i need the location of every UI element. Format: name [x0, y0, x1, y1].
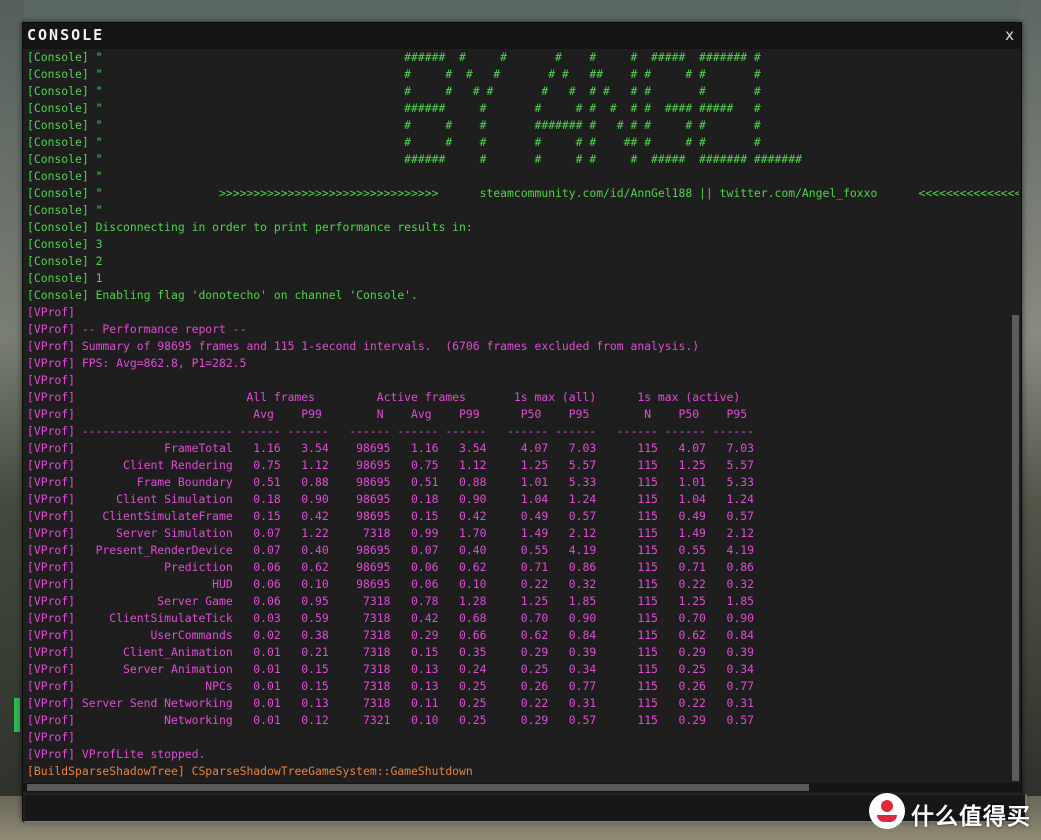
log-line-vprof: [VProf] UserCommands 0.02 0.38 7318 0.29… — [27, 628, 754, 642]
log-line-vprof: [VProf] Prediction 0.06 0.62 98695 0.06 … — [27, 560, 754, 574]
log-line-console: [Console] " >>>>>>>>>>>>>>>>>>>>>>>>>>>>… — [27, 186, 1019, 200]
watermark-logo-icon — [869, 793, 905, 829]
horizontal-scrollbar-thumb[interactable] — [27, 784, 809, 791]
log-line-console: [Console] Enabling flag 'donotecho' on c… — [27, 288, 418, 302]
log-line-vprof: [VProf] Networking 0.01 0.12 7321 0.10 0… — [27, 713, 754, 727]
log-line-vprof: [VProf] FrameTotal 1.16 3.54 98695 1.16 … — [27, 441, 754, 455]
log-line-console: [Console] Disconnecting in order to prin… — [27, 220, 473, 234]
log-line-vprof: [VProf] Client_Animation 0.01 0.21 7318 … — [27, 645, 754, 659]
log-line-console: [Console] " ###### # # # # # ##### #####… — [27, 50, 761, 64]
console-title: CONSOLE — [27, 26, 105, 44]
log-line-console: [Console] " # # # # # # # # # # # # — [27, 84, 761, 98]
game-background-right-edge — [1019, 0, 1041, 840]
log-line-console: [Console] " ###### # # # # # ##### #####… — [27, 152, 802, 166]
log-line-console: [Console] 1 — [27, 271, 103, 285]
log-line-console: [Console] " — [27, 169, 103, 183]
log-line-vprof: [VProf] — [27, 730, 76, 744]
log-line-vprof: [VProf] — [27, 305, 76, 319]
log-line-console: [Console] " ###### # # # # # # # #### ##… — [27, 101, 761, 115]
log-line-vprof: [VProf] Server Simulation 0.07 1.22 7318… — [27, 526, 754, 540]
log-line-vprof: [VProf] Summary of 98695 frames and 115 … — [27, 339, 700, 353]
log-line-vprof: [VProf] ClientSimulateTick 0.03 0.59 731… — [27, 611, 754, 625]
log-line-vprof: [VProf] ClientSimulateFrame 0.15 0.42 98… — [27, 509, 754, 523]
log-line-vprof: [VProf] — [27, 373, 76, 387]
log-line-vprof: [VProf] ---------------------- ------ --… — [27, 424, 754, 438]
log-line-vprof: [VProf] HUD 0.06 0.10 98695 0.06 0.10 0.… — [27, 577, 754, 591]
log-line-vprof: [VProf] VProfLite stopped. — [27, 747, 206, 761]
log-line-vprof: [VProf] Present_RenderDevice 0.07 0.40 9… — [27, 543, 754, 557]
vertical-scrollbar[interactable] — [1012, 315, 1019, 781]
close-icon[interactable]: x — [1005, 26, 1014, 44]
watermark-text: 什么值得买 — [911, 804, 1031, 830]
log-line-vprof: [VProf] All frames Active frames 1s max … — [27, 390, 741, 404]
log-line-console: [Console] " # # # # # # ## # # # # — [27, 135, 761, 149]
log-line-vprof: [VProf] Server Game 0.06 0.95 7318 0.78 … — [27, 594, 754, 608]
log-line-console: [Console] 2 — [27, 254, 103, 268]
console-title-bar[interactable]: CONSOLE x — [23, 23, 1021, 49]
log-line-vprof: [VProf] Client Rendering 0.75 1.12 98695… — [27, 458, 754, 472]
log-line-vprof: [VProf] -- Performance report -- — [27, 322, 247, 336]
log-line-console: [Console] " # # # ####### # # # # # # # — [27, 118, 761, 132]
log-line-console: [Console] 3 — [27, 237, 103, 251]
game-background-left-edge — [0, 0, 24, 840]
console-output: [Console] " ###### # # # # # ##### #####… — [27, 49, 1019, 781]
console-window: CONSOLE x [Console] " ###### # # # # # #… — [22, 22, 1027, 823]
log-line-console: [Console] " # # # # # # ## # # # # # — [27, 67, 761, 81]
log-line-vprof: [VProf] NPCs 0.01 0.15 7318 0.13 0.25 0.… — [27, 679, 754, 693]
log-line-vprof: [VProf] Client Simulation 0.18 0.90 9869… — [27, 492, 754, 506]
log-line-vprof: [VProf] Server Send Networking 0.01 0.13… — [27, 696, 754, 710]
log-line-vprof: [VProf] Avg P99 N Avg P99 P50 P95 N P50 … — [27, 407, 748, 421]
log-line-vprof: [VProf] Server Animation 0.01 0.15 7318 … — [27, 662, 754, 676]
log-line-vprof: [VProf] FPS: Avg=862.8, P1=282.5 — [27, 356, 247, 370]
hud-indicator — [14, 698, 20, 732]
log-line-vprof: [VProf] Frame Boundary 0.51 0.88 98695 0… — [27, 475, 754, 489]
log-line-build: [BuildSparseShadowTree] CSparseShadowTre… — [27, 764, 473, 778]
log-line-console: [Console] " — [27, 203, 103, 217]
